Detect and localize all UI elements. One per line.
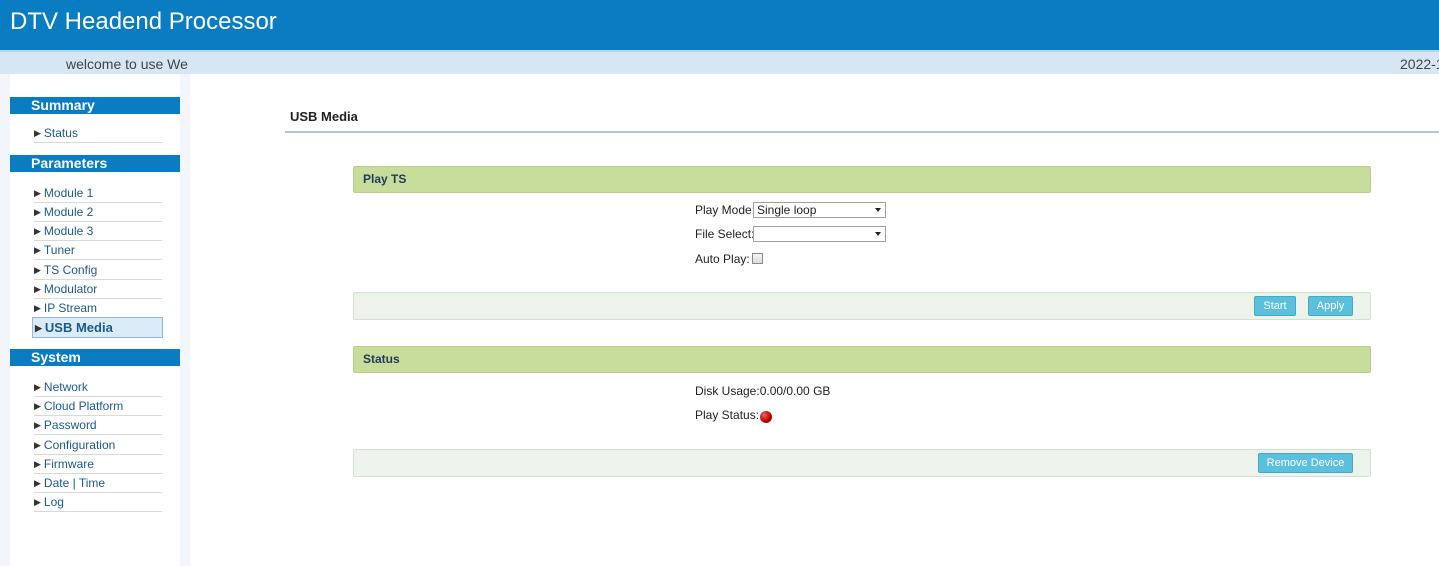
- play-arrow-icon: ▶: [34, 284, 41, 294]
- title-divider: [285, 131, 1439, 133]
- sidebar: Summary ▶ Status Parameters ▶ Module 1 ▶ Mo…: [0, 74, 190, 566]
- sidebar-item-label: IP Stream: [43, 301, 98, 315]
- sidebar-item-module-3[interactable]: ▶ Module 3: [34, 222, 162, 241]
- sidebar-item-tuner[interactable]: ▶ Tuner: [34, 241, 162, 260]
- sidebar-item-label: Status: [43, 126, 78, 140]
- sidebar-item-label: Cloud Platform: [43, 399, 124, 413]
- chevron-down-icon: [875, 232, 881, 236]
- play-arrow-icon: ▶: [35, 323, 42, 333]
- sidebar-item-label: Module 1: [43, 186, 94, 200]
- auto-play-checkbox[interactable]: [752, 253, 763, 264]
- play-mode-select[interactable]: Single loop: [753, 202, 886, 218]
- app-title: DTV Headend Processor: [10, 8, 277, 35]
- sidebar-item-label: Network: [43, 380, 88, 394]
- sidebar-item-module-1[interactable]: ▶ Module 1: [34, 184, 162, 203]
- section-system: System: [10, 349, 180, 366]
- start-button[interactable]: Start: [1254, 296, 1296, 316]
- play-arrow-icon: ▶: [34, 245, 41, 255]
- sidebar-item-status[interactable]: ▶ Status: [34, 124, 162, 143]
- welcome-bar: welcome to use We 2022-1: [0, 50, 1439, 74]
- play-arrow-icon: ▶: [34, 265, 41, 275]
- play-arrow-icon: ▶: [34, 382, 41, 392]
- file-select-label: File Select:: [695, 227, 755, 241]
- sidebar-item-log[interactable]: ▶ Log: [34, 493, 162, 512]
- sidebar-item-modulator[interactable]: ▶ Modulator: [34, 280, 162, 299]
- sidebar-item-label: TS Config: [43, 263, 98, 277]
- play-arrow-icon: ▶: [34, 459, 41, 469]
- play-mode-label: Play Mode:: [695, 203, 756, 217]
- sidebar-item-label: Firmware: [43, 457, 94, 471]
- auto-play-label: Auto Play:: [695, 252, 750, 266]
- sidebar-item-label: Log: [43, 495, 64, 509]
- play-arrow-icon: ▶: [34, 401, 41, 411]
- sidebar-item-label: Module 3: [43, 224, 94, 238]
- disk-usage-text: Disk Usage:0.00/0.00 GB: [695, 384, 831, 398]
- play-ts-header: Play TS: [353, 166, 1371, 193]
- welcome-text: welcome to use We: [66, 56, 188, 72]
- status-action-bar: [353, 449, 1371, 477]
- chevron-down-icon: [875, 208, 881, 212]
- play-arrow-icon: ▶: [34, 303, 41, 313]
- sidebar-item-module-2[interactable]: ▶ Module 2: [34, 203, 162, 222]
- sidebar-item-label: Module 2: [43, 205, 94, 219]
- sidebar-item-password[interactable]: ▶ Password: [34, 416, 162, 435]
- section-parameters: Parameters: [10, 155, 180, 172]
- sidebar-item-label: USB Media: [44, 320, 113, 335]
- sidebar-item-network[interactable]: ▶ Network: [34, 378, 162, 397]
- sidebar-item-configuration[interactable]: ▶ Configuration: [34, 436, 162, 455]
- apply-button[interactable]: Apply: [1308, 296, 1353, 316]
- play-arrow-icon: ▶: [34, 440, 41, 450]
- sidebar-item-label: Password: [43, 418, 97, 432]
- sidebar-panel: Summary ▶ Status Parameters ▶ Module 1 ▶ Mo…: [10, 74, 180, 566]
- sidebar-item-firmware[interactable]: ▶ Firmware: [34, 455, 162, 474]
- date-text: 2022-1: [1400, 56, 1439, 72]
- sidebar-item-label: Configuration: [43, 438, 116, 452]
- sidebar-item-ip-stream[interactable]: ▶ IP Stream: [34, 299, 162, 318]
- sidebar-item-usb-media[interactable]: ▶ USB Media: [32, 317, 163, 338]
- sidebar-item-date-time[interactable]: ▶ Date | Time: [34, 474, 162, 493]
- app-header: DTV Headend Processor: [0, 0, 1439, 50]
- play-mode-value: Single loop: [757, 203, 817, 217]
- play-arrow-icon: ▶: [34, 478, 41, 488]
- play-arrow-icon: ▶: [34, 207, 41, 217]
- sidebar-item-label: Modulator: [43, 282, 98, 296]
- status-header: Status: [353, 346, 1371, 373]
- remove-device-button[interactable]: Remove Device: [1258, 453, 1353, 473]
- play-arrow-icon: ▶: [34, 226, 41, 236]
- section-summary: Summary: [10, 97, 180, 114]
- play-arrow-icon: ▶: [34, 188, 41, 198]
- play-ts-action-bar: [353, 292, 1371, 320]
- sidebar-item-cloud-platform[interactable]: ▶ Cloud Platform: [34, 397, 162, 416]
- sidebar-item-ts-config[interactable]: ▶ TS Config: [34, 261, 162, 280]
- play-arrow-icon: ▶: [34, 128, 41, 138]
- play-arrow-icon: ▶: [34, 420, 41, 430]
- play-status-label: Play Status:: [695, 408, 760, 422]
- file-select-select[interactable]: [753, 226, 886, 242]
- page-title: USB Media: [290, 109, 358, 124]
- sidebar-item-label: Tuner: [43, 243, 75, 257]
- play-arrow-icon: ▶: [34, 497, 41, 507]
- status-indicator-icon: [760, 411, 772, 423]
- sidebar-item-label: Date | Time: [43, 476, 106, 490]
